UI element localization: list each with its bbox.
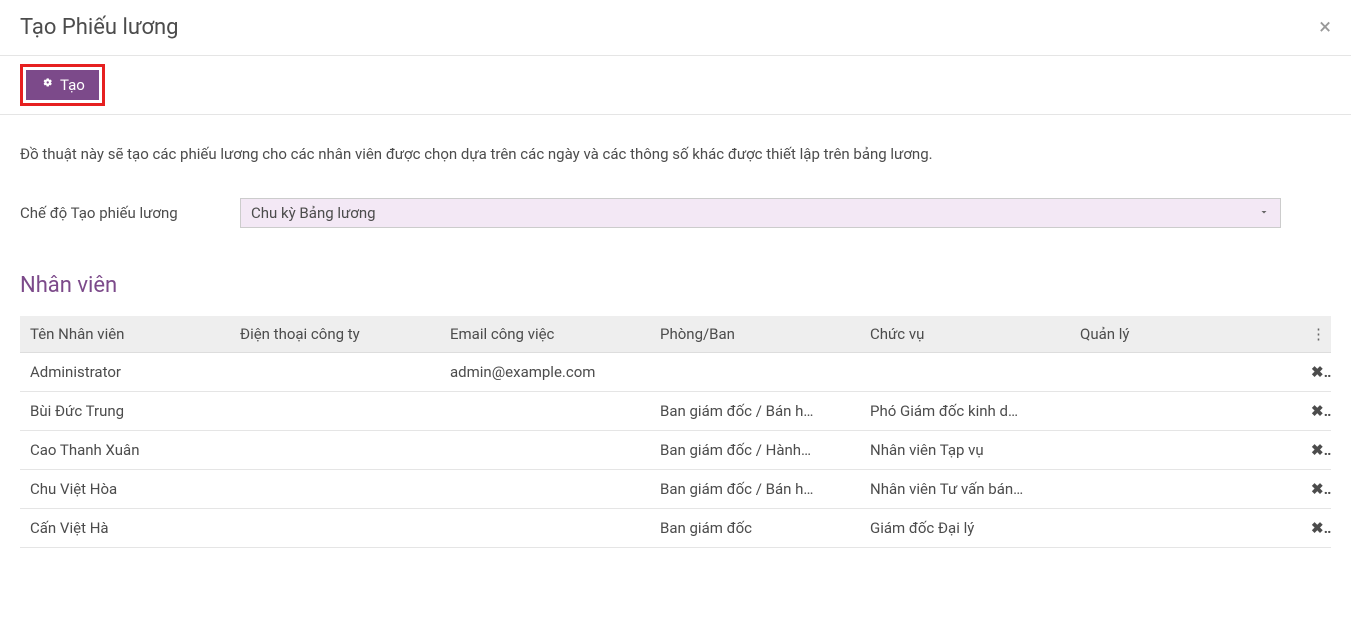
row-delete-icon[interactable]: ✖ <box>1301 353 1331 392</box>
cell-manager <box>1070 431 1301 470</box>
field-mode-row: Chế độ Tạo phiếu lương Chu kỳ Bảng lương <box>20 198 1331 228</box>
table-header-row: Tên Nhân viên Điện thoại công ty Email c… <box>20 316 1331 353</box>
field-mode-select[interactable]: Chu kỳ Bảng lương <box>240 198 1281 228</box>
cell-email: admin@example.com <box>440 353 650 392</box>
cell-manager <box>1070 353 1301 392</box>
cell-name: Bùi Đức Trung <box>20 392 230 431</box>
cell-email <box>440 431 650 470</box>
close-icon[interactable]: × <box>1319 17 1331 39</box>
cell-name: Administrator <box>20 353 230 392</box>
table-row[interactable]: Chu Việt Hòa Ban giám đốc / Bán h…Nhân vi… <box>20 470 1331 509</box>
cell-name: Cao Thanh Xuân <box>20 431 230 470</box>
cell-position: Phó Giám đốc kinh d… <box>860 392 1070 431</box>
th-phone[interactable]: Điện thoại công ty <box>230 316 440 353</box>
cell-dept: Ban giám đốc / Bán h… <box>650 470 860 509</box>
field-mode-label: Chế độ Tạo phiếu lương <box>20 198 240 225</box>
cell-email <box>440 470 650 509</box>
row-delete-icon[interactable]: ✖ <box>1301 431 1331 470</box>
gears-icon <box>40 76 56 94</box>
cell-dept: Ban giám đốc <box>650 509 860 548</box>
cell-email <box>440 509 650 548</box>
table-row[interactable]: Cao Thanh Xuân Ban giám đốc / Hành…Nhân v… <box>20 431 1331 470</box>
kebab-icon: ⋮ <box>1311 327 1326 342</box>
cell-position: Nhân viên Tạp vụ <box>860 431 1070 470</box>
toolbar: Tạo <box>0 55 1351 115</box>
table-row[interactable]: Cấn Việt Hà Ban giám đốcGiám đốc Đại lý ✖ <box>20 509 1331 548</box>
employees-table: Tên Nhân viên Điện thoại công ty Email c… <box>20 316 1331 548</box>
create-button-highlight: Tạo <box>20 64 105 106</box>
cell-dept: Ban giám đốc / Hành… <box>650 431 860 470</box>
th-name[interactable]: Tên Nhân viên <box>20 316 230 353</box>
cell-phone <box>230 431 440 470</box>
cell-phone <box>230 392 440 431</box>
wizard-description: Đồ thuật này sẽ tạo các phiếu lương cho … <box>20 145 1331 163</box>
table-row[interactable]: Administrator admin@example.com ✖ <box>20 353 1331 392</box>
cell-manager <box>1070 392 1301 431</box>
cell-phone <box>230 353 440 392</box>
cell-manager <box>1070 509 1301 548</box>
modal-title: Tạo Phiếu lương <box>20 15 179 40</box>
row-delete-icon[interactable]: ✖ <box>1301 470 1331 509</box>
th-manager[interactable]: Quản lý <box>1070 316 1301 353</box>
cell-phone <box>230 470 440 509</box>
cell-email <box>440 392 650 431</box>
th-position[interactable]: Chức vụ <box>860 316 1070 353</box>
create-button-label: Tạo <box>60 76 85 94</box>
modal-create-payslip: Tạo Phiếu lương × Tạo Đồ thuật này sẽ tạ… <box>0 0 1351 548</box>
cell-position: Giám đốc Đại lý <box>860 509 1070 548</box>
create-button[interactable]: Tạo <box>26 70 99 100</box>
cell-manager <box>1070 470 1301 509</box>
modal-header: Tạo Phiếu lương × <box>20 15 1331 40</box>
section-employees-title: Nhân viên <box>20 273 1331 298</box>
cell-dept <box>650 353 860 392</box>
th-dept[interactable]: Phòng/Ban <box>650 316 860 353</box>
row-delete-icon[interactable]: ✖ <box>1301 392 1331 431</box>
cell-position: Nhân viên Tư vấn bán… <box>860 470 1070 509</box>
cell-position <box>860 353 1070 392</box>
th-options[interactable]: ⋮ <box>1301 316 1331 353</box>
th-email[interactable]: Email công việc <box>440 316 650 353</box>
cell-name: Chu Việt Hòa <box>20 470 230 509</box>
chevron-down-icon <box>1258 204 1270 222</box>
cell-name: Cấn Việt Hà <box>20 509 230 548</box>
cell-phone <box>230 509 440 548</box>
row-delete-icon[interactable]: ✖ <box>1301 509 1331 548</box>
cell-dept: Ban giám đốc / Bán h… <box>650 392 860 431</box>
table-row[interactable]: Bùi Đức Trung Ban giám đốc / Bán h…Phó Gi… <box>20 392 1331 431</box>
field-mode-value: Chu kỳ Bảng lương <box>251 204 376 222</box>
